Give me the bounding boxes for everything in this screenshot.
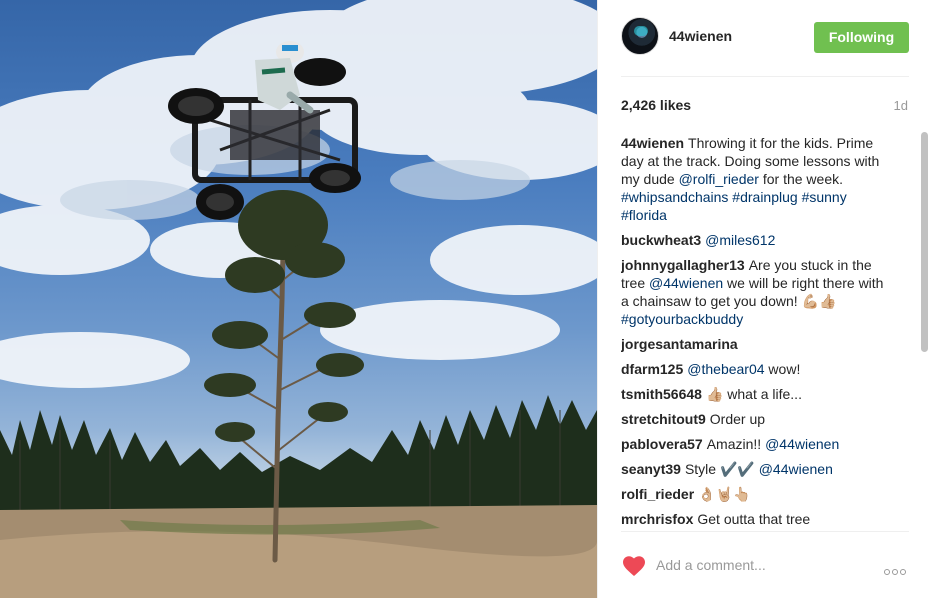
comment-username[interactable]: seanyt39: [621, 461, 681, 477]
comment-link[interactable]: @thebear04: [687, 361, 764, 377]
more-options-icon[interactable]: [884, 562, 910, 575]
comment-username[interactable]: johnnygallagher13: [621, 257, 745, 273]
comment-item: stretchitout9 Order up: [621, 410, 891, 428]
comment-item: seanyt39 Style ✔️✔️ @44wienen: [621, 460, 891, 478]
comment-username[interactable]: mrchrisfox: [621, 511, 693, 527]
post-header: 44wienen Following: [598, 0, 928, 76]
comment-item: mrchrisfox Get outta that tree: [621, 510, 891, 528]
comment-username[interactable]: tsmith56648: [621, 386, 702, 402]
comment-link[interactable]: #sunny: [802, 189, 847, 205]
comment-item: dfarm125 @thebear04 wow!: [621, 360, 891, 378]
add-comment-input[interactable]: [656, 554, 876, 576]
comments-scrollbar[interactable]: [921, 132, 928, 352]
comment-item: 44wienen Throwing it for the kids. Prime …: [621, 134, 891, 224]
comment-username[interactable]: stretchitout9: [621, 411, 706, 427]
comment-text: Style ✔️✔️: [684, 461, 759, 477]
comment-link[interactable]: @miles612: [705, 232, 775, 248]
comment-item: tsmith56648 👍🏼 what a life...: [621, 385, 891, 403]
comment-link[interactable]: #drainplug: [732, 189, 797, 205]
comment-item: rolfi_rieder 👌🏼🤘🏼👆🏼: [621, 485, 891, 503]
post-age[interactable]: 1d: [894, 98, 908, 113]
comment-username[interactable]: jorgesantamarina: [621, 336, 738, 352]
comment-item: pablovera57 Amazin!! @44wienen: [621, 435, 891, 453]
comment-username[interactable]: rolfi_rieder: [621, 486, 694, 502]
comment-text: 👌🏼🤘🏼👆🏼: [698, 486, 751, 502]
comment-text: Order up: [709, 411, 766, 427]
post-photo[interactable]: [0, 0, 597, 598]
comment-text: 👍🏼 what a life...: [705, 386, 802, 402]
author-username[interactable]: 44wienen: [669, 28, 732, 44]
comment-username[interactable]: 44wienen: [621, 135, 684, 151]
post-details-panel: 44wienen Following 2,426 likes 1d 44wien…: [597, 0, 928, 598]
likes-count[interactable]: 2,426 likes: [621, 97, 691, 113]
comment-link[interactable]: @44wienen: [649, 275, 723, 291]
comment-username[interactable]: pablovera57: [621, 436, 703, 452]
comment-link[interactable]: @44wienen: [765, 436, 839, 452]
comment-link[interactable]: #gotyourbackbuddy: [621, 311, 743, 327]
comment-item: jorgesantamarina: [621, 335, 891, 353]
comment-text: for the week.: [758, 171, 843, 187]
comment-text: wow!: [764, 361, 801, 377]
comment-username[interactable]: dfarm125: [621, 361, 683, 377]
comment-link[interactable]: @44wienen: [759, 461, 833, 477]
comment-link[interactable]: #whipsandchains: [621, 189, 728, 205]
comment-text: Get outta that tree: [697, 511, 811, 527]
comment-text: Amazin!!: [706, 436, 766, 452]
comment-username[interactable]: buckwheat3: [621, 232, 701, 248]
comment-item: johnnygallagher13 Are you stuck in the tr…: [621, 256, 891, 328]
post-footer: [598, 532, 928, 598]
following-button[interactable]: Following: [814, 22, 909, 53]
comments-list: 44wienen Throwing it for the kids. Prime …: [621, 134, 891, 530]
avatar[interactable]: [621, 17, 659, 55]
comment-item: buckwheat3 @miles612: [621, 231, 891, 249]
comment-link[interactable]: #florida: [621, 207, 667, 223]
heart-icon[interactable]: [622, 555, 646, 577]
header-divider: [621, 76, 909, 77]
comment-link[interactable]: @rolfi_rieder: [679, 171, 759, 187]
photo-scene: [0, 0, 597, 598]
